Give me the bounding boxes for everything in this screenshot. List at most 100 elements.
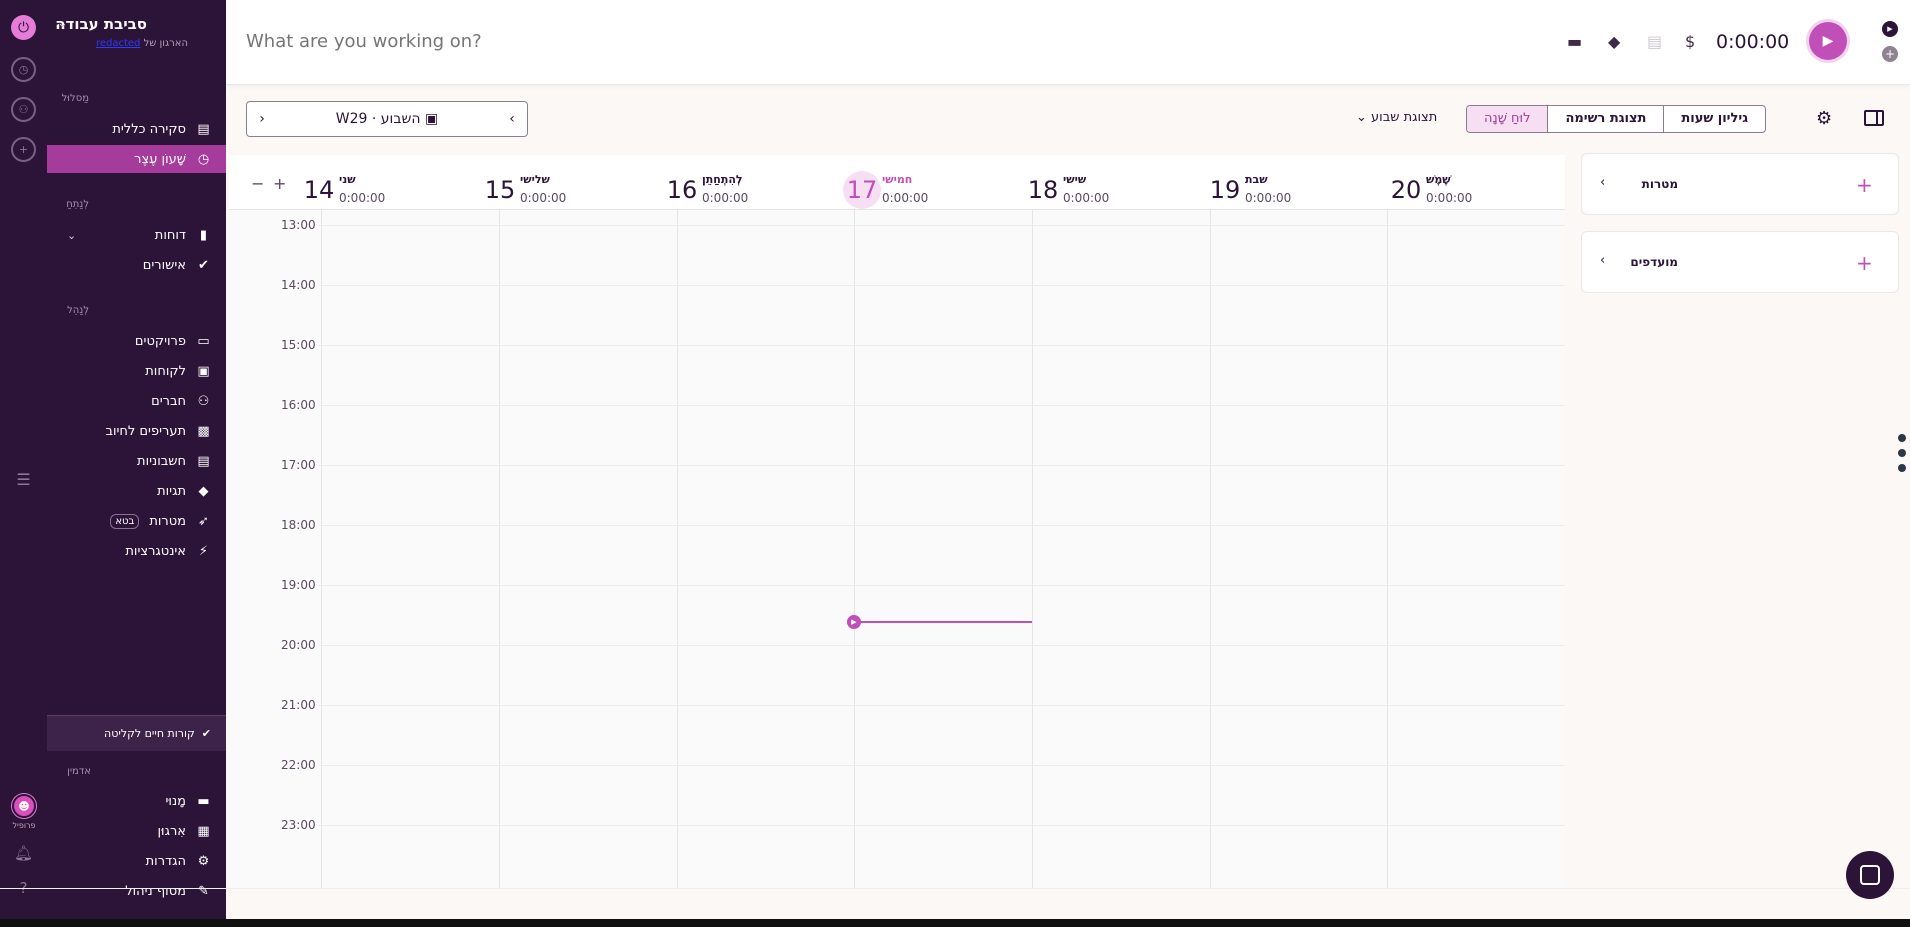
sidebar-item-goals[interactable]: ➶ מטרות בטא xyxy=(47,507,226,535)
timer-icon[interactable]: ◷ xyxy=(11,57,36,82)
more-options-icon[interactable] xyxy=(1898,434,1910,479)
sidebar-item-integrations[interactable]: ⚡ אינטגרציות xyxy=(47,537,226,565)
bell-icon[interactable]: 🔔︎ xyxy=(11,840,36,865)
day-number: 15 xyxy=(484,176,516,204)
tab-timesheet[interactable]: גיליון שעות xyxy=(1664,106,1765,132)
sidebar-item-approvals[interactable]: ✔ אישורים xyxy=(47,251,226,279)
side-panel-toggle-icon[interactable] xyxy=(1864,110,1884,126)
chevron-right-icon[interactable]: › xyxy=(247,111,277,127)
team-icon[interactable]: ⚇ xyxy=(11,97,36,122)
zoom-in-icon[interactable]: + xyxy=(273,174,286,193)
sidebar-item-organization[interactable]: ▦ אִרגוּן xyxy=(47,817,226,845)
check-circle-icon: ✔ xyxy=(198,257,209,273)
timer-mode-icon[interactable]: ▶ xyxy=(1882,21,1898,37)
current-time-line xyxy=(855,621,1032,623)
sidebar-item-clients[interactable]: ▣ לקוחות xyxy=(47,357,226,385)
manual-mode-icon[interactable]: + xyxy=(1882,46,1898,62)
collapse-sidebar-icon[interactable]: ☰ xyxy=(11,467,36,492)
tab-calendar[interactable]: לוּחַ שָׁנָה xyxy=(1467,106,1549,132)
description-input[interactable] xyxy=(246,31,846,52)
chevron-left-icon[interactable]: ‹ xyxy=(497,111,527,127)
day-header[interactable]: 20 שֶׁמֶשׁ 0:00:00 xyxy=(1387,171,1557,211)
day-column-divider xyxy=(1032,210,1033,888)
favorites-card[interactable]: + מועדפים ‹ xyxy=(1581,231,1899,293)
view-select[interactable]: תצוגת שבוע ⌄ xyxy=(1356,110,1437,125)
sidebar-item-label: חברים xyxy=(151,393,186,409)
contact-icon: ▣ xyxy=(197,363,210,379)
goals-card[interactable]: + מטרות ‹ xyxy=(1581,153,1899,215)
week-picker[interactable]: ▣ השבוע · W29 xyxy=(277,111,497,127)
day-header[interactable]: 19 שבת 0:00:00 xyxy=(1206,171,1376,211)
workspace-subtitle: הארגון של redacted xyxy=(96,38,188,49)
hour-line xyxy=(319,465,1565,466)
sidebar-item-tags[interactable]: ◆ תגיות xyxy=(47,477,226,505)
day-header[interactable]: 14 שני 0:00:00 xyxy=(300,171,470,211)
day-header-today[interactable]: 17 חמישי 0:00:00 xyxy=(843,171,1013,211)
day-header[interactable]: 16 לְהִתְחַתֵן 0:00:00 xyxy=(663,171,833,211)
sidebar-item-subscription[interactable]: ▬ מָנוּי xyxy=(47,787,226,815)
hour-label: 15:00 xyxy=(281,338,316,352)
add-favorite-icon[interactable]: + xyxy=(1856,251,1873,275)
timer-bar: ▬ ◆ ▤ $ 0:00:00 ▶ ▶ + xyxy=(226,0,1910,85)
gear-icon: ⚙ xyxy=(197,853,210,869)
add-icon[interactable]: + xyxy=(11,137,36,162)
chevron-down-icon[interactable]: ⌄ xyxy=(57,16,68,31)
chevron-down-icon: ⌄ xyxy=(67,228,77,242)
tag-icon[interactable]: ◆ xyxy=(1608,32,1620,51)
sidebar-item-reports[interactable]: ▮ דוחות ⌄ xyxy=(47,221,226,249)
onboarding-button[interactable]: ✔ קורות חיים לקליטה xyxy=(47,715,226,751)
sidebar-item-admin-console[interactable]: ✎ מסוף ניהול xyxy=(47,877,226,905)
sidebar-item-overview[interactable]: ▤ סקירה כללית xyxy=(47,115,226,143)
calendar-grid[interactable]: 13:00 14:00 15:00 16:00 17:00 18:00 19:0… xyxy=(229,210,1565,888)
receipt-icon[interactable]: ▤ xyxy=(1647,32,1662,51)
avatar[interactable]: ☻ xyxy=(12,794,36,818)
building-icon: ▦ xyxy=(197,823,210,839)
hour-line xyxy=(319,285,1565,286)
sidebar-item-timer[interactable]: ◷ שָׁעוֹן עֶצֶר xyxy=(47,145,226,173)
gear-icon[interactable]: ⚙ xyxy=(1816,108,1832,129)
tab-list-view[interactable]: תצוגת רשימה xyxy=(1548,106,1665,132)
hour-label: 21:00 xyxy=(281,698,316,712)
chevron-left-icon[interactable]: ‹ xyxy=(1600,175,1605,190)
hour-line xyxy=(319,225,1565,226)
chat-icon xyxy=(1860,865,1880,885)
clock-icon: ◷ xyxy=(197,151,210,167)
day-number: 20 xyxy=(1390,176,1422,204)
current-time-play-icon[interactable]: ▶ xyxy=(847,615,861,629)
day-header[interactable]: 18 שישי 0:00:00 xyxy=(1024,171,1194,211)
day-column-divider xyxy=(854,210,855,888)
day-name: שבת xyxy=(1245,173,1268,186)
add-goal-icon[interactable]: + xyxy=(1856,173,1873,197)
day-number: 17 xyxy=(843,171,881,209)
chevron-left-icon[interactable]: ‹ xyxy=(1600,253,1605,268)
hour-label: 13:00 xyxy=(281,218,316,232)
sidebar-item-members[interactable]: ⚇ חברים xyxy=(47,387,226,415)
sidebar-item-label: הגדרות xyxy=(145,853,186,869)
dollar-icon[interactable]: $ xyxy=(1685,32,1695,51)
zoom-out-icon[interactable]: − xyxy=(251,174,264,193)
folder-icon[interactable]: ▬ xyxy=(1567,32,1582,51)
view-select-label: תצוגת שבוע xyxy=(1371,110,1438,125)
goals-label: מטרות xyxy=(1641,177,1678,191)
day-total: 0:00:00 xyxy=(702,191,749,205)
sidebar-item-invoices[interactable]: ▤ חשבוניות xyxy=(47,447,226,475)
profile-label: פרופיל xyxy=(12,821,36,830)
sidebar-item-billable-rates[interactable]: ▩ תעריפים לחיוב xyxy=(47,417,226,445)
start-timer-button[interactable]: ▶ xyxy=(1809,22,1847,60)
section-analyze: לְנַתֵחַ xyxy=(66,199,89,210)
beta-badge: בטא xyxy=(110,513,140,529)
chat-support-button[interactable] xyxy=(1846,851,1894,899)
workspace-owner-link[interactable]: redacted xyxy=(96,38,140,49)
day-total: 0:00:00 xyxy=(1245,191,1292,205)
sidebar-item-projects[interactable]: ▭ פרויקטים xyxy=(47,327,226,355)
invoice-icon: ▤ xyxy=(197,453,210,469)
hour-line xyxy=(319,585,1565,586)
power-icon[interactable]: ⏻ xyxy=(11,15,36,40)
favorites-label: מועדפים xyxy=(1630,255,1678,269)
week-code: W29 xyxy=(335,111,368,127)
sidebar-item-label: תעריפים לחיוב xyxy=(105,423,186,439)
day-header[interactable]: 15 שלישי 0:00:00 xyxy=(481,171,651,211)
sidebar-item-settings[interactable]: ⚙ הגדרות xyxy=(47,847,226,875)
workspace-title[interactable]: סביבת עבודה xyxy=(55,15,147,33)
sidebar-item-label: סקירה כללית xyxy=(112,121,186,137)
